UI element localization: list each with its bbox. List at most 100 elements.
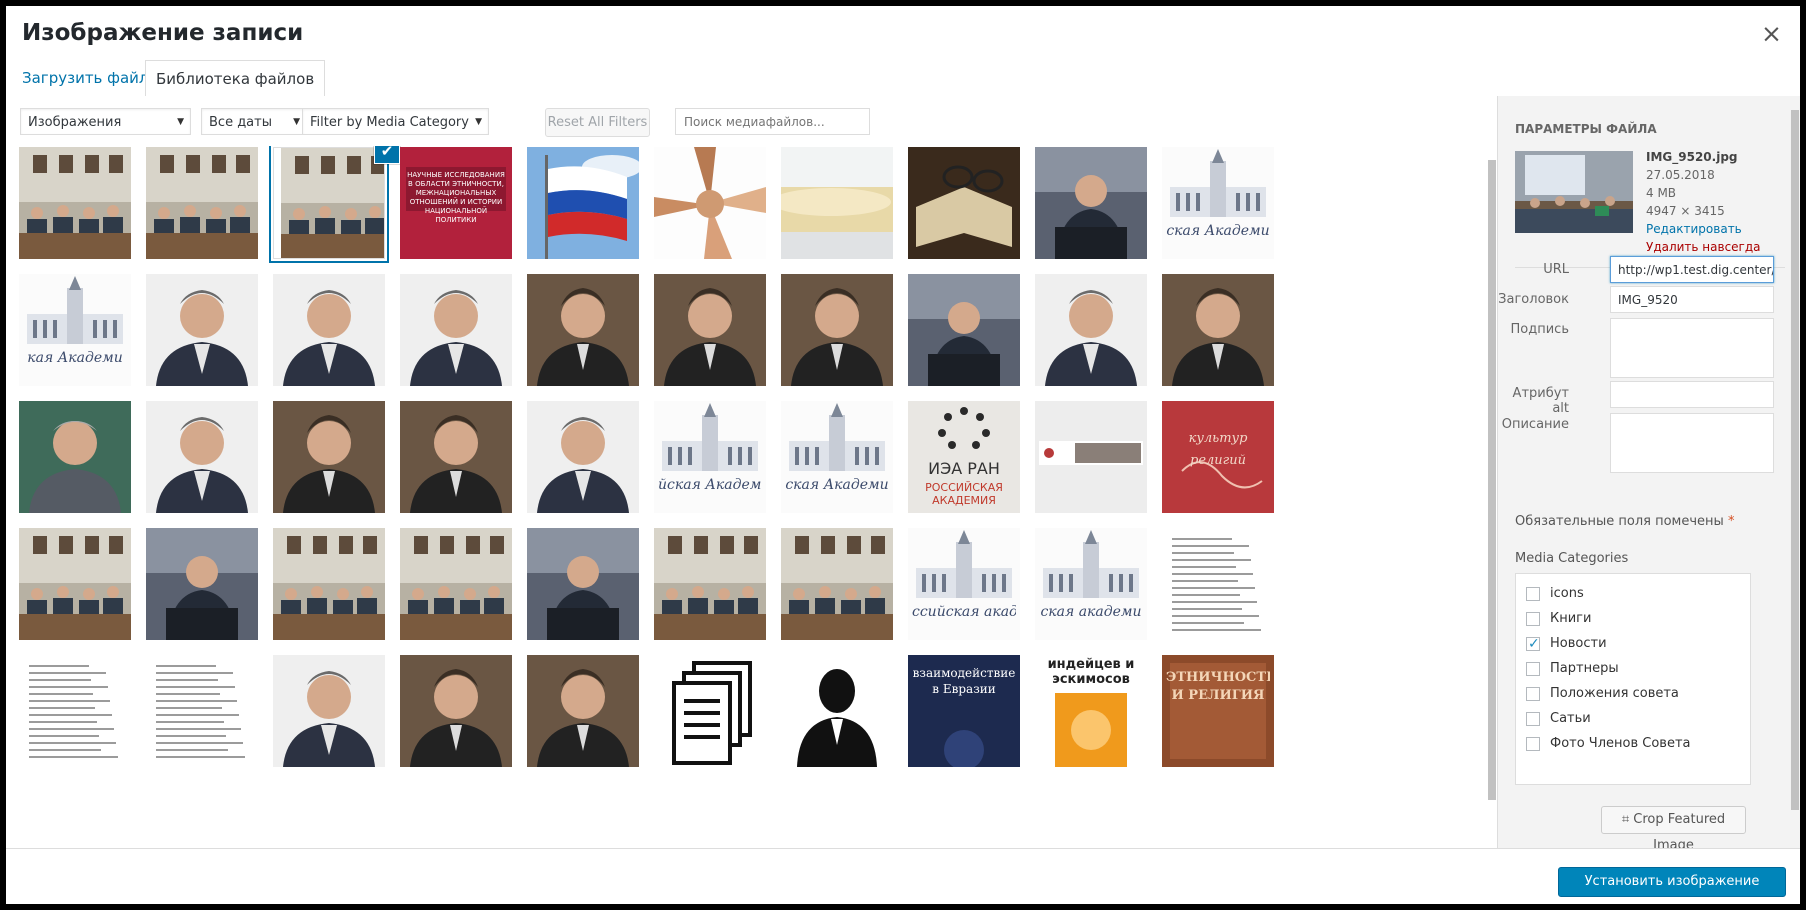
media-thumbnail[interactable]: [19, 401, 131, 513]
set-featured-image-button[interactable]: Установить изображение записи: [1558, 867, 1786, 904]
media-thumbnail[interactable]: [19, 528, 131, 640]
media-thumbnail[interactable]: [781, 655, 893, 767]
category-checkbox[interactable]: [1526, 662, 1540, 676]
media-thumbnail[interactable]: [400, 655, 512, 767]
media-thumbnail[interactable]: [273, 655, 385, 767]
media-thumbnail[interactable]: ЭТНИЧНОСТЬ И РЕЛИГИЯ: [1162, 655, 1274, 767]
media-thumbnail[interactable]: [527, 274, 639, 386]
media-thumbnail[interactable]: ИЭА РАН РОССИЙСКАЯ АКАДЕМИЯ: [908, 401, 1020, 513]
media-thumbnail[interactable]: [146, 655, 258, 767]
url-field[interactable]: http://wp1.test.dig.center/: [1610, 256, 1774, 283]
media-thumbnail[interactable]: [400, 528, 512, 640]
media-search-input[interactable]: [675, 108, 870, 135]
media-thumbnail[interactable]: [908, 274, 1020, 386]
thumbnail-text: НАУЧНЫЕ ИССЛЕДОВАНИЯ В ОБЛАСТИ ЭТНИЧНОСТ…: [407, 171, 505, 224]
caption-textarea[interactable]: [1610, 318, 1774, 378]
media-thumbnail[interactable]: [654, 274, 766, 386]
required-mark: *: [1727, 514, 1735, 529]
portrait-man-thinking: [146, 401, 258, 513]
media-thumbnail[interactable]: культур религий: [1162, 401, 1274, 513]
media-thumbnail[interactable]: [527, 655, 639, 767]
media-thumbnail[interactable]: [527, 401, 639, 513]
dialog-title: Изображение записи: [22, 20, 304, 46]
media-thumbnail[interactable]: кая Академи: [19, 274, 131, 386]
media-thumbnail[interactable]: [1162, 528, 1274, 640]
media-thumbnail[interactable]: индейцев и эскимосов: [1035, 655, 1147, 767]
sidebar-scrollbar-thumb[interactable]: [1791, 110, 1799, 810]
academy-logo-3: [654, 401, 766, 513]
category-checkbox[interactable]: [1526, 634, 1540, 654]
media-thumbnail[interactable]: [654, 147, 766, 259]
media-grid: ✔ НАУЧНЫЕ ИССЛЕДОВАНИЯ В ОБЛАСТИ ЭТНИЧНОС…: [6, 146, 1486, 846]
media-thumbnail[interactable]: взаимодействие в Евразии: [908, 655, 1020, 767]
media-thumbnail[interactable]: [146, 528, 258, 640]
media-thumbnail[interactable]: ская академи: [1035, 528, 1147, 640]
close-icon[interactable]: ×: [1761, 21, 1782, 46]
media-thumbnail[interactable]: [146, 401, 258, 513]
category-checkbox[interactable]: [1526, 587, 1540, 601]
media-type-select[interactable]: Изображения ▼: [20, 108, 191, 135]
media-thumbnail[interactable]: [146, 147, 258, 259]
title-field[interactable]: IMG_9520: [1610, 286, 1774, 313]
portrait-smiling-man: [146, 274, 258, 386]
media-thumbnail[interactable]: йская Академия: [654, 401, 766, 513]
academy-banner: [908, 528, 1020, 640]
tab-media-library[interactable]: Библиотека файлов: [145, 60, 326, 98]
portrait-man-green: [19, 401, 131, 513]
attachment-preview: [1515, 151, 1633, 233]
description-textarea[interactable]: [1610, 413, 1774, 473]
media-thumbnail[interactable]: [19, 655, 131, 767]
media-thumbnail[interactable]: [1162, 274, 1274, 386]
grid-scrollbar[interactable]: [1487, 148, 1497, 848]
category-checkbox[interactable]: [1526, 687, 1540, 701]
category-checkbox[interactable]: [1526, 612, 1540, 626]
media-thumbnail[interactable]: [146, 274, 258, 386]
media-thumbnail[interactable]: [1035, 147, 1147, 259]
media-thumbnail[interactable]: ская Академи: [781, 401, 893, 513]
media-thumbnail[interactable]: ская Академи: [1162, 147, 1274, 259]
media-thumbnail[interactable]: [400, 274, 512, 386]
media-thumbnail[interactable]: [400, 401, 512, 513]
media-thumbnail[interactable]: [781, 528, 893, 640]
alt-field[interactable]: [1610, 381, 1774, 408]
sidebar-scrollbar[interactable]: [1790, 96, 1800, 848]
media-thumbnail[interactable]: [273, 528, 385, 640]
media-thumbnail[interactable]: НАУЧНЫЕ ИССЛЕДОВАНИЯ В ОБЛАСТИ ЭТНИЧНОСТ…: [400, 147, 512, 259]
academy-logo-4: [781, 401, 893, 513]
attachment-details-sidebar: Параметры файла IMG_9520.jpg 27.05.2018 …: [1497, 96, 1800, 853]
media-thumbnail[interactable]: [654, 655, 766, 767]
media-thumbnail[interactable]: [908, 147, 1020, 259]
media-thumbnail[interactable]: [1035, 401, 1147, 513]
edit-image-link[interactable]: Редактировать: [1646, 220, 1761, 238]
grid-scrollbar-thumb[interactable]: [1488, 160, 1496, 800]
media-thumbnail[interactable]: [527, 147, 639, 259]
media-type-value: Изображения: [28, 115, 122, 130]
media-thumbnail[interactable]: [1035, 274, 1147, 386]
media-thumbnail[interactable]: [781, 147, 893, 259]
delete-permanently-link[interactable]: Удалить навсегда: [1646, 238, 1761, 256]
portrait-man-mustache: [527, 401, 639, 513]
media-thumbnail[interactable]: [273, 401, 385, 513]
media-thumbnail[interactable]: [273, 274, 385, 386]
date-filter-value: Все даты: [209, 115, 272, 130]
media-thumbnail[interactable]: [273, 147, 385, 259]
media-thumbnail[interactable]: [527, 528, 639, 640]
category-checkbox[interactable]: [1526, 712, 1540, 726]
crop-featured-image-button[interactable]: ⌗ Crop Featured Image: [1601, 806, 1746, 853]
academy-logo: [1162, 147, 1274, 259]
thumbnail-text: ская академи: [1040, 604, 1142, 620]
category-checkbox[interactable]: [1526, 737, 1540, 751]
media-thumbnail[interactable]: [654, 528, 766, 640]
audience-photo: [273, 528, 385, 640]
reset-filters-button[interactable]: Reset All Filters: [545, 108, 650, 137]
media-category-select[interactable]: Filter by Media Category ▼: [302, 108, 489, 135]
selected-check-icon[interactable]: ✔: [375, 146, 399, 163]
russian-flag-photo: [527, 147, 639, 259]
date-filter-select[interactable]: Все даты ▼: [201, 108, 307, 135]
thumbnail-text: ИЭА РАН: [928, 459, 1000, 478]
media-thumbnail[interactable]: ссийская академия наук: [908, 528, 1020, 640]
meeting-panel-photo: [146, 147, 258, 259]
media-thumbnail[interactable]: [19, 147, 131, 259]
file-dimensions: 4947 × 3415: [1646, 204, 1725, 218]
media-thumbnail[interactable]: [781, 274, 893, 386]
